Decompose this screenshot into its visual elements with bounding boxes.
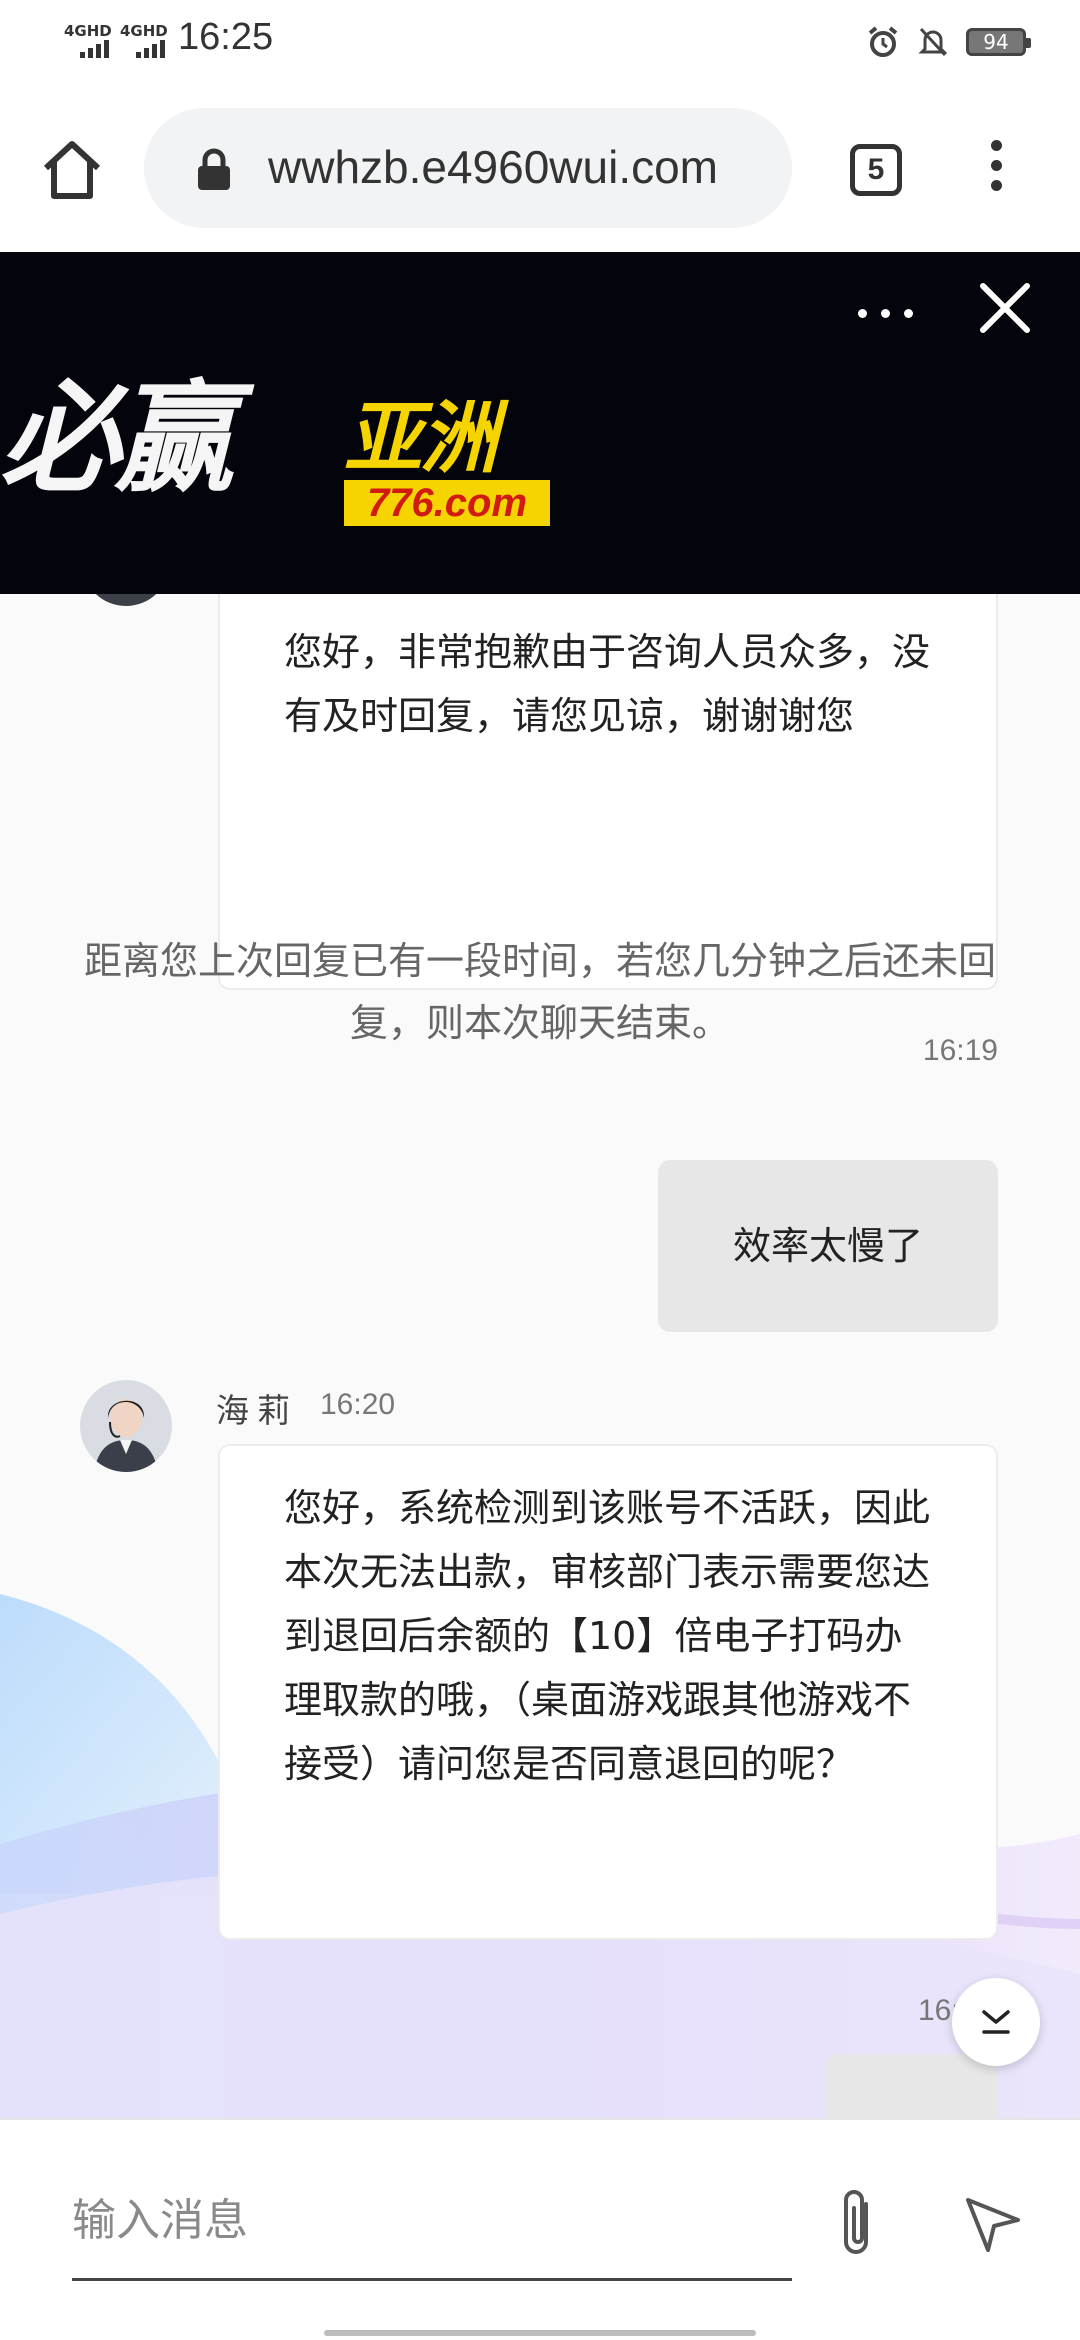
message-text: 您好，系统检测到该账号不活跃，因此本次无法出款，审核部门表示需要您达到退回后余额… (284, 1486, 931, 1786)
signal-label-2: 4GHD (120, 22, 168, 40)
lock-icon (198, 148, 230, 190)
more-horiz-icon[interactable] (856, 302, 916, 326)
browser-toolbar: wwhzb.e4960wui.com 5 (0, 84, 1080, 252)
user-message-bubble: 效率太慢了 (658, 1160, 998, 1332)
home-icon[interactable] (36, 134, 108, 206)
paperclip-icon[interactable] (832, 2184, 882, 2264)
send-icon[interactable] (960, 2192, 1024, 2256)
message-composer (0, 2118, 1080, 2290)
clock: 16:25 (178, 16, 274, 58)
ad-brand-text: 必赢 (0, 370, 234, 509)
message-input[interactable] (72, 2190, 792, 2250)
tab-switcher-button[interactable]: 5 (850, 144, 902, 196)
address-bar[interactable]: wwhzb.e4960wui.com (144, 108, 792, 228)
agent-name: 海莉 (216, 1391, 298, 1430)
ad-banner[interactable]: 必赢 亚洲 776.com (0, 252, 1080, 594)
agent-message-bubble: 您好，系统检测到该账号不活跃，因此本次无法出款，审核部门表示需要您达到退回后余额… (218, 1444, 998, 1940)
alarm-icon (868, 26, 898, 57)
close-icon[interactable] (975, 278, 1035, 338)
scroll-down-button[interactable] (952, 1978, 1040, 2066)
status-bar: 4GHD 4GHD 16:25 94 (0, 0, 1080, 84)
chat-area[interactable]: 您好，非常抱歉由于咨询人员众多，没有及时回复，请您见谅，谢谢谢您 距离您上次回复… (0, 594, 1080, 2118)
message-text: 您好，非常抱歉由于咨询人员众多，没有及时回复，请您见谅，谢谢谢您 (284, 630, 931, 738)
message-time: 16:19 (922, 1034, 998, 1067)
user-message-bubble (826, 2054, 998, 2118)
message-time: 16:20 (320, 1388, 396, 1421)
agent-avatar (80, 1380, 172, 1472)
ad-brand-sub: 亚洲 776.com (344, 394, 556, 526)
ad-sub-text: 亚洲 (344, 394, 498, 484)
url-text[interactable]: wwhzb.e4960wui.com (268, 140, 778, 200)
signal-label: 4GHD (64, 22, 112, 40)
scroll-down-icon (982, 2010, 1010, 2034)
gesture-bar[interactable] (324, 2330, 756, 2336)
gesture-area (0, 2290, 1080, 2340)
mute-icon (918, 27, 948, 57)
ad-domain: 776.com (344, 480, 550, 526)
system-notice: 距离您上次回复已有一段时间，若您几分钟之后还未回复，则本次聊天结束。 (83, 939, 996, 1045)
more-vert-icon[interactable] (980, 140, 1012, 200)
battery-indicator: 94 (966, 28, 1031, 56)
input-underline (72, 2278, 792, 2281)
avatar (82, 594, 170, 606)
